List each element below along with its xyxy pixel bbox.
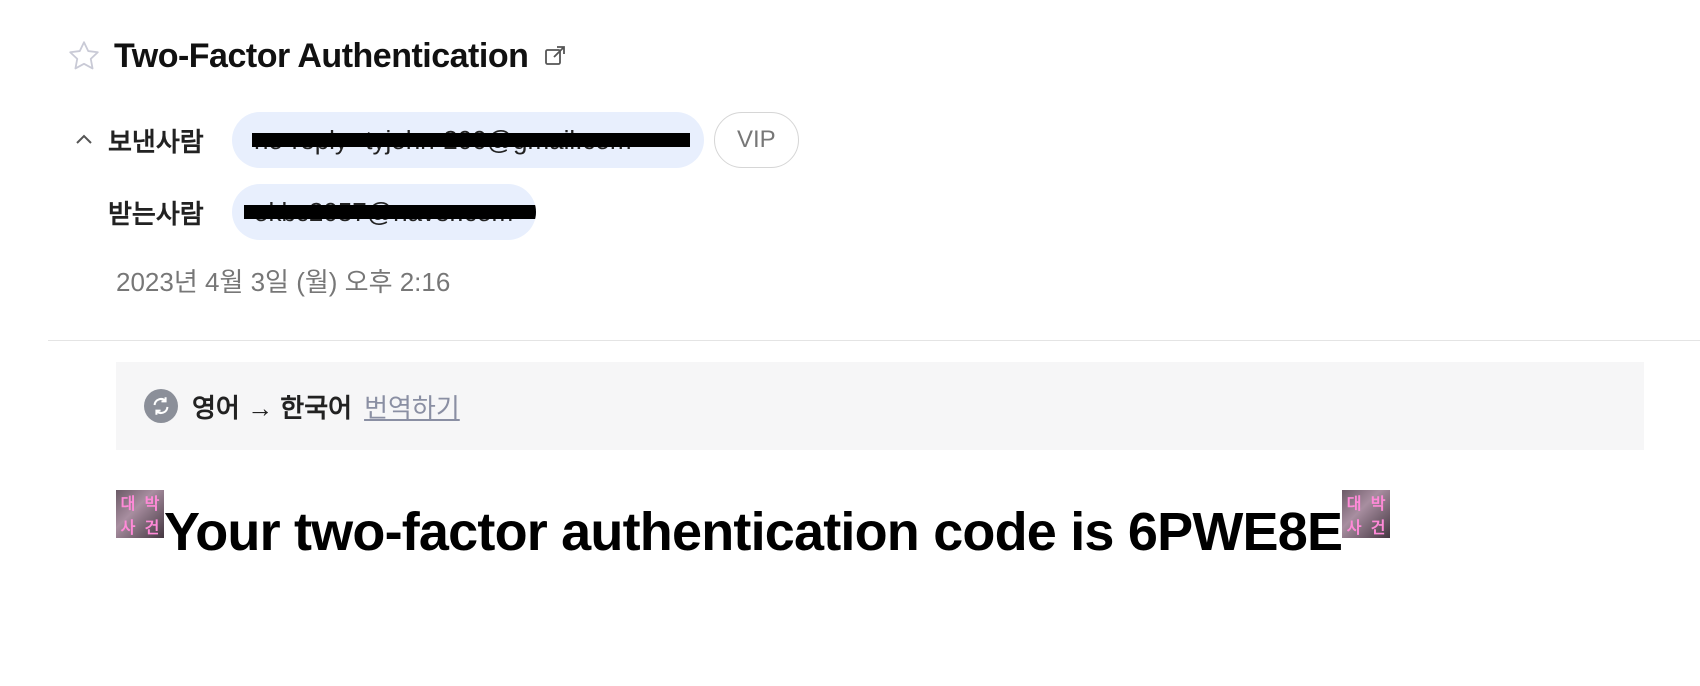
receiver-row: 받는사람 okbc2057@naver.com xyxy=(64,184,536,240)
thumb-char: 박 xyxy=(144,496,160,513)
vip-button[interactable]: VIP xyxy=(714,112,799,168)
sender-label: 보낸사람 xyxy=(108,126,204,157)
translate-bar: 영어 → 한국어 번역하기 xyxy=(116,362,1644,450)
inline-image-left: 대 박 사 건 xyxy=(116,490,164,538)
thumb-char: 사 xyxy=(120,520,136,537)
redaction-bar xyxy=(252,133,690,147)
sent-date: 2023년 4월 3일 (월) 오후 2:16 xyxy=(116,267,451,297)
translate-link[interactable]: 번역하기 xyxy=(364,388,460,425)
thumb-char: 사 xyxy=(1346,520,1362,537)
receiver-label: 받는사람 xyxy=(108,198,204,229)
external-link-icon[interactable] xyxy=(542,43,568,69)
redaction-bar xyxy=(244,205,536,219)
inline-image-right: 대 박 사 건 xyxy=(1342,490,1391,538)
thumb-char: 대 xyxy=(120,496,136,513)
subject-row: Two-Factor Authentication xyxy=(64,34,568,78)
thumb-char: 건 xyxy=(1370,520,1386,537)
divider xyxy=(48,340,1700,341)
star-icon[interactable] xyxy=(64,36,104,76)
sender-row: 보낸사람 no-reply--tyjohn-200@gmail.com VIP xyxy=(64,112,799,168)
chevron-up-icon[interactable] xyxy=(64,120,104,160)
thumb-char: 건 xyxy=(144,520,160,537)
mail-view: Two-Factor Authentication 보낸사람 no-reply-… xyxy=(0,0,1700,686)
message-body: 대 박 사 건 Your two-factor authentication c… xyxy=(116,490,1391,562)
translate-languages: 영어 → 한국어 xyxy=(192,392,353,423)
receiver-address-chip[interactable]: okbc2057@naver.com xyxy=(232,184,536,240)
thumb-char: 박 xyxy=(1370,496,1386,513)
thumb-char: 대 xyxy=(1346,496,1362,513)
auth-code-message: Your two-factor authentication code is 6… xyxy=(164,502,1343,562)
translate-icon xyxy=(144,389,178,423)
subject-title: Two-Factor Authentication xyxy=(114,36,529,75)
sender-address-chip[interactable]: no-reply--tyjohn-200@gmail.com xyxy=(232,112,704,168)
